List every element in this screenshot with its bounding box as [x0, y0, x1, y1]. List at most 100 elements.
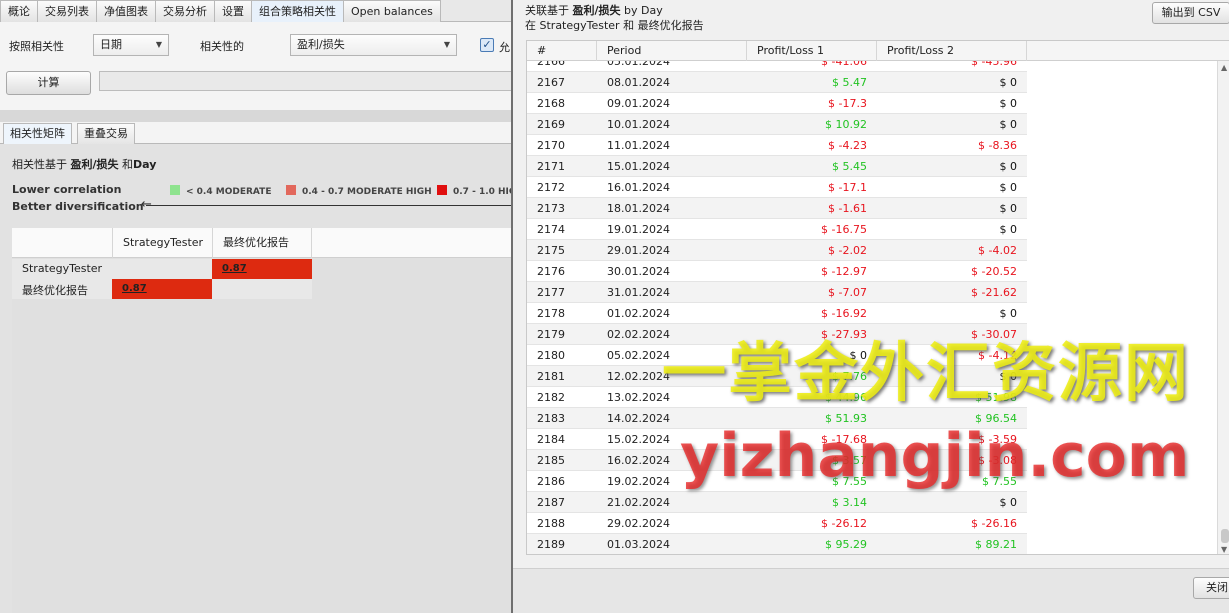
cell-pl1: $ 3.14 [832, 496, 867, 509]
table-row[interactable]: 2170 11.01.2024 $ -4.23 $ -8.36 [527, 135, 1027, 156]
tab-settings[interactable]: 设置 [214, 0, 252, 22]
tab-equity-chart[interactable]: 净值图表 [96, 0, 156, 22]
check-icon: ✓ [482, 38, 492, 51]
cell-pl1: $ 5.45 [832, 160, 867, 173]
legend-label: 0.4 - 0.7 MODERATE HIGH [302, 187, 432, 197]
cell-id: 2172 [537, 181, 565, 194]
tab-portfolio-correlation[interactable]: 组合策略相关性 [251, 0, 344, 22]
cell-pl1: $ -17.1 [828, 181, 867, 194]
correlation-detail-dialog: 关联基于 盈利/损失 by Day 在 StrategyTester 和 最终优… [511, 0, 1229, 613]
close-button[interactable]: 关闭 [1193, 577, 1229, 599]
table-row[interactable]: 2177 31.01.2024 $ -7.07 $ -21.62 [527, 282, 1027, 303]
title-mid: 和 [122, 158, 134, 171]
chevron-down-icon: ▼ [443, 40, 450, 49]
subtab-overlapping-trades[interactable]: 重叠交易 [77, 123, 135, 144]
matrix-col-header: 最终优化报告 [212, 228, 312, 258]
table-row[interactable]: 2167 08.01.2024 $ 5.47 $ 0 [527, 72, 1027, 93]
scroll-up-icon[interactable]: ▲ [1221, 63, 1227, 72]
cell-pl1: $ 95.29 [825, 538, 867, 551]
scroll-down-icon[interactable]: ▼ [1221, 545, 1227, 554]
table-row[interactable]: 2176 30.01.2024 $ -12.97 $ -20.52 [527, 261, 1027, 282]
table-row[interactable]: 2174 19.01.2024 $ -16.75 $ 0 [527, 219, 1027, 240]
cell-period: 21.02.2024 [607, 496, 670, 509]
cell-period: 16.01.2024 [607, 181, 670, 194]
title-prefix: 相关性基于 [12, 158, 67, 171]
cell-period: 19.01.2024 [607, 223, 670, 236]
calculate-button[interactable]: 计算 [6, 71, 91, 95]
cell-pl1: $ -16.75 [821, 223, 867, 236]
table-row[interactable]: 2171 15.01.2024 $ 5.45 $ 0 [527, 156, 1027, 177]
title-metric: 盈利/损失 [70, 158, 119, 171]
dialog-title: 关联基于 盈利/损失 by Day [525, 2, 663, 18]
cell-id: 2170 [537, 139, 565, 152]
table-row[interactable]: 2173 18.01.2024 $ -1.61 $ 0 [527, 198, 1027, 219]
table-row[interactable]: 2188 29.02.2024 $ -26.12 $ -26.16 [527, 513, 1027, 534]
option-checkbox[interactable]: ✓ [480, 38, 494, 52]
title-period: Day [133, 158, 157, 171]
dialog-title-metric: 盈利/损失 [572, 4, 621, 17]
col-header-period[interactable]: Period [597, 41, 747, 61]
col-header-id[interactable]: # [527, 41, 597, 61]
matrix-row: StrategyTester 0.87 [12, 259, 312, 279]
export-csv-button[interactable]: 输出到 CSV [1152, 2, 1229, 24]
correlation-panel: 相关性基于 盈利/损失 和Day Lower correlation Bette… [0, 144, 526, 613]
cell-period: 29.01.2024 [607, 244, 670, 257]
correlation-title: 相关性基于 盈利/损失 和Day [12, 156, 156, 172]
cell-pl1: $ -16.92 [821, 307, 867, 320]
chevron-down-icon: ▼ [155, 40, 162, 49]
scrollbar-thumb[interactable] [1221, 529, 1229, 543]
cell-pl1: $ -4.23 [828, 139, 867, 152]
cell-id: 2184 [537, 433, 565, 446]
cell-id: 2189 [537, 538, 565, 551]
table-row[interactable]: 2175 29.01.2024 $ -2.02 $ -4.02 [527, 240, 1027, 261]
matrix-cell[interactable]: 0.87 [112, 279, 212, 299]
subtab-correlation-matrix[interactable]: 相关性矩阵 [3, 123, 72, 144]
legend-label: < 0.4 MODERATE [186, 187, 272, 197]
tab-overview[interactable]: 概论 [0, 0, 38, 22]
table-row[interactable]: 2178 01.02.2024 $ -16.92 $ 0 [527, 303, 1027, 324]
cell-pl1: $ 5.47 [832, 76, 867, 89]
cell-id: 2171 [537, 160, 565, 173]
lower-correlation-text: Lower correlation [12, 183, 122, 196]
cell-pl2: $ 0 [999, 181, 1018, 194]
tab-open-balances[interactable]: Open balances [343, 0, 441, 22]
cell-period: 11.01.2024 [607, 139, 670, 152]
table-row[interactable]: 2187 21.02.2024 $ 3.14 $ 0 [527, 492, 1027, 513]
tab-trade-analysis[interactable]: 交易分析 [155, 0, 215, 22]
correlate-of-select[interactable]: 盈利/损失 ▼ [290, 34, 457, 56]
cell-id: 2176 [537, 265, 565, 278]
cell-period: 01.02.2024 [607, 307, 670, 320]
cell-period: 10.01.2024 [607, 118, 670, 131]
tab-trade-list[interactable]: 交易列表 [37, 0, 97, 22]
table-header: # Period Profit/Loss 1 Profit/Loss 2 [527, 41, 1229, 61]
cell-pl2: $ 0 [999, 223, 1018, 236]
table-row[interactable]: 2169 10.01.2024 $ 10.92 $ 0 [527, 114, 1027, 135]
col-header-pl2[interactable]: Profit/Loss 2 [877, 41, 1027, 61]
main-tabbar: 概论 交易列表 净值图表 交易分析 设置 组合策略相关性 Open balanc… [0, 0, 520, 22]
table-row[interactable]: 2189 01.03.2024 $ 95.29 $ 89.21 [527, 534, 1027, 554]
matrix-cell[interactable]: 0.87 [212, 259, 312, 279]
col-header-pl1[interactable]: Profit/Loss 1 [747, 41, 877, 61]
cell-pl2: $ 0 [999, 307, 1018, 320]
cell-id: 2180 [537, 349, 565, 362]
legend-swatch [286, 185, 296, 195]
vertical-scrollbar[interactable]: ▲ ▼ [1217, 61, 1229, 554]
cell-pl2: $ -26.16 [971, 517, 1017, 530]
correlate-by-select[interactable]: 日期 ▼ [93, 34, 169, 56]
cell-pl1: $ -17.3 [828, 97, 867, 110]
correlation-matrix: StrategyTester 最终优化报告 StrategyTester 0.8… [12, 228, 520, 613]
watermark-url: yizhangjin.com [680, 421, 1190, 491]
legend-moderate-high: 0.4 - 0.7 MODERATE HIGH [286, 185, 432, 197]
cell-pl2: $ 0 [999, 496, 1018, 509]
cell-period: 09.01.2024 [607, 97, 670, 110]
correlation-options: 按照相关性 日期 ▼ 相关性的 盈利/损失 ▼ ✓ 允 [0, 28, 520, 62]
cell-id: 2185 [537, 454, 565, 467]
cell-period: 18.01.2024 [607, 202, 670, 215]
cell-id: 2179 [537, 328, 565, 341]
watermark-chinese: 一掌金外汇资源网 [662, 337, 1190, 411]
subtab-bar: 相关性矩阵 重叠交易 [0, 122, 520, 144]
matrix-row: 最终优化报告 0.87 [12, 279, 312, 299]
cell-pl2: $ -21.62 [971, 286, 1017, 299]
table-row[interactable]: 2172 16.01.2024 $ -17.1 $ 0 [527, 177, 1027, 198]
table-row[interactable]: 2168 09.01.2024 $ -17.3 $ 0 [527, 93, 1027, 114]
